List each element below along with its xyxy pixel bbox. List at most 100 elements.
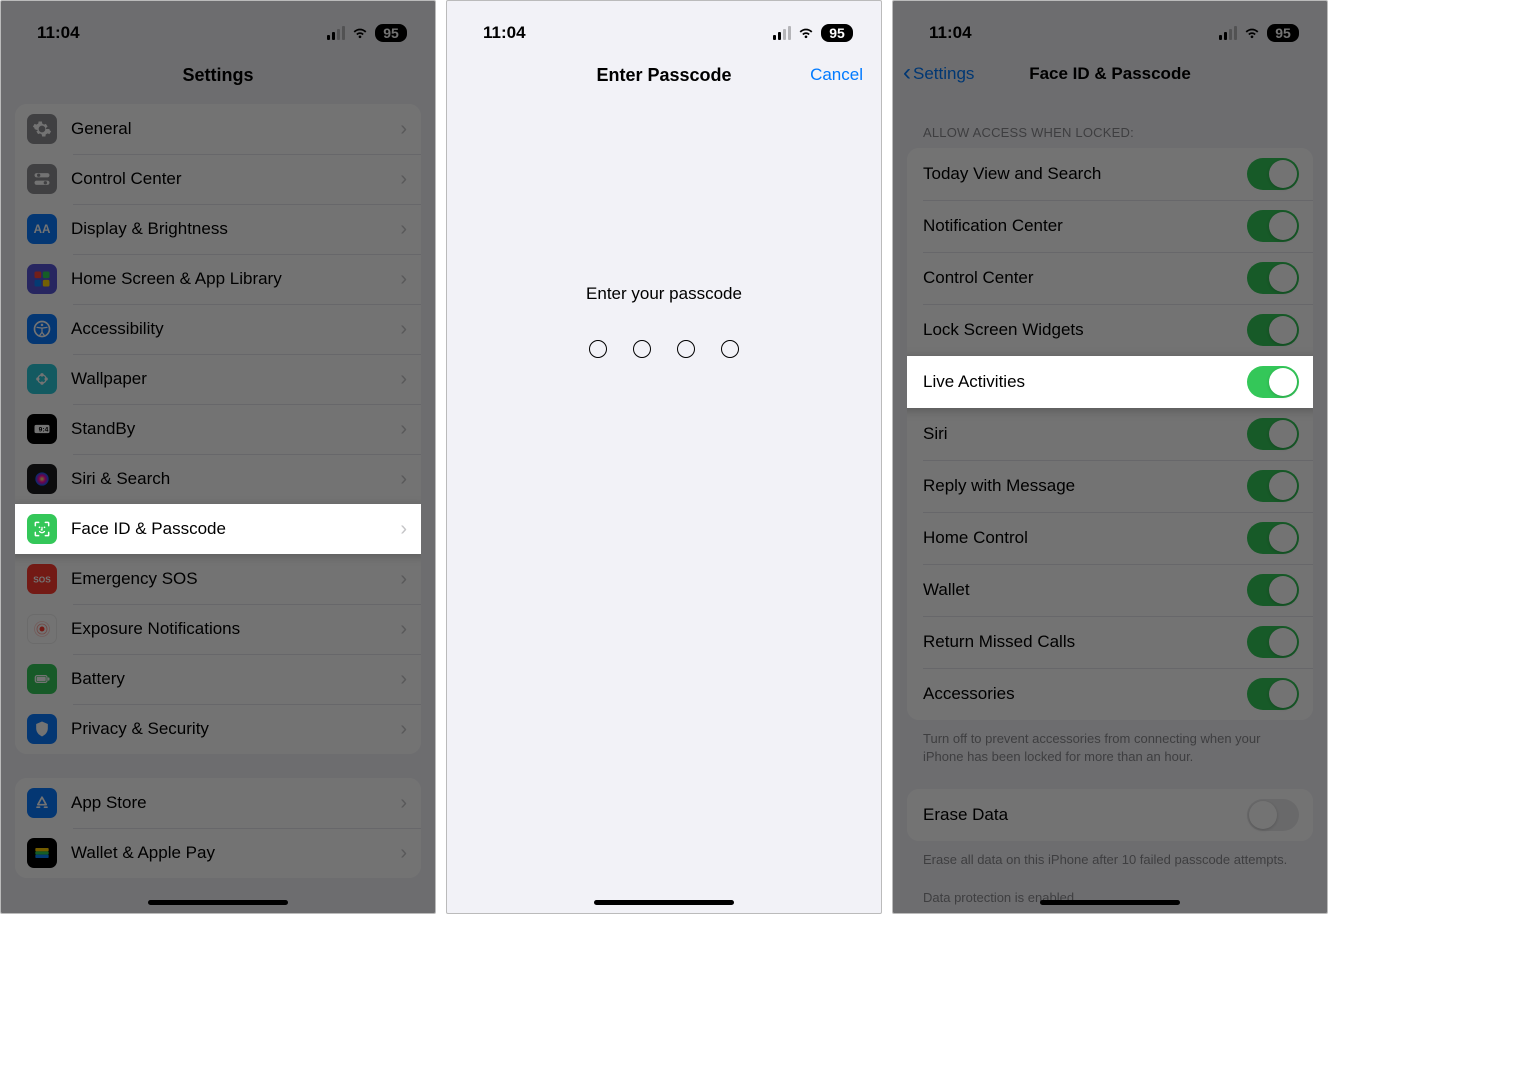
- erase-data-row[interactable]: Erase Data: [907, 789, 1313, 841]
- passcode-dot: [677, 340, 695, 358]
- toggle-switch-live-activities[interactable]: [1247, 366, 1299, 398]
- wifi-icon: [351, 26, 369, 40]
- toggle-row-control-center[interactable]: Control Center: [907, 252, 1313, 304]
- toggle-switch-accessories[interactable]: [1247, 678, 1299, 710]
- toggle-row-notification-center[interactable]: Notification Center: [907, 200, 1313, 252]
- toggle-switch-today-view-and-search[interactable]: [1247, 158, 1299, 190]
- toggle-label: Return Missed Calls: [923, 632, 1247, 652]
- settings-row-label: Battery: [71, 669, 400, 689]
- erase-data-toggle[interactable]: [1247, 799, 1299, 831]
- status-icons: 95: [773, 24, 853, 42]
- passcode-body: Enter your passcode: [447, 94, 881, 913]
- toggle-row-home-control[interactable]: Home Control: [907, 512, 1313, 564]
- chevron-right-icon: ›: [400, 568, 407, 591]
- toggle-row-reply-with-message[interactable]: Reply with Message: [907, 460, 1313, 512]
- settings-row-accessibility[interactable]: Accessibility ›: [15, 304, 421, 354]
- allow-access-group: Today View and Search Notification Cente…: [907, 148, 1313, 720]
- settings-row-display[interactable]: AA Display & Brightness ›: [15, 204, 421, 254]
- toggle-label: Live Activities: [923, 372, 1247, 392]
- toggle-label: Notification Center: [923, 216, 1247, 236]
- settings-row-label: Display & Brightness: [71, 219, 400, 239]
- settings-row-label: Privacy & Security: [71, 719, 400, 739]
- chevron-right-icon: ›: [400, 618, 407, 641]
- exposure-icon: [27, 614, 57, 644]
- cellular-icon: [327, 26, 345, 40]
- toggle-switch-notification-center[interactable]: [1247, 210, 1299, 242]
- wifi-icon: [797, 26, 815, 40]
- settings-row-exposure[interactable]: Exposure Notifications ›: [15, 604, 421, 654]
- toggle-row-wallet[interactable]: Wallet: [907, 564, 1313, 616]
- toggle-row-lock-screen-widgets[interactable]: Lock Screen Widgets: [907, 304, 1313, 356]
- navbar-title: Face ID & Passcode: [893, 64, 1327, 84]
- toggle-switch-control-center[interactable]: [1247, 262, 1299, 294]
- svg-text:9:4: 9:4: [39, 427, 49, 434]
- screenshot-passcode: 11:04 95 Enter Passcode Cancel Enter you…: [446, 0, 882, 914]
- toggle-switch-wallet[interactable]: [1247, 574, 1299, 606]
- battery-icon: 95: [375, 24, 407, 42]
- cellular-icon: [773, 26, 791, 40]
- home-indicator: [594, 900, 734, 905]
- chevron-right-icon: ›: [400, 168, 407, 191]
- passcode-dots[interactable]: [589, 340, 739, 358]
- home-indicator: [1040, 900, 1180, 905]
- toggle-row-return-missed-calls[interactable]: Return Missed Calls: [907, 616, 1313, 668]
- toggle-row-live-activities[interactable]: Live Activities: [907, 356, 1313, 408]
- settings-row-standby[interactable]: 9:4 StandBy ›: [15, 404, 421, 454]
- toggle-label: Today View and Search: [923, 164, 1247, 184]
- passcode-navbar: Enter Passcode Cancel: [447, 55, 881, 94]
- settings-row-label: General: [71, 119, 400, 139]
- settings-row-appstore[interactable]: App Store ›: [15, 778, 421, 828]
- settings-row-wallpaper[interactable]: Wallpaper ›: [15, 354, 421, 404]
- toggle-label: Home Control: [923, 528, 1247, 548]
- toggle-label: Wallet: [923, 580, 1247, 600]
- settings-row-label: Siri & Search: [71, 469, 400, 489]
- chevron-right-icon: ›: [400, 368, 407, 391]
- navbar-title: Settings: [1, 55, 435, 104]
- toggle-switch-return-missed-calls[interactable]: [1247, 626, 1299, 658]
- chevron-right-icon: ›: [400, 792, 407, 815]
- screenshot-settings: 11:04 95 Settings General › Control Cent…: [0, 0, 436, 914]
- erase-footer: Erase all data on this iPhone after 10 f…: [893, 841, 1327, 873]
- wallet-icon: [27, 838, 57, 868]
- toggle-label: Control Center: [923, 268, 1247, 288]
- erase-data-label: Erase Data: [923, 805, 1247, 825]
- screenshot-faceid: 11:04 95 ‹ Settings Face ID & Passcode A…: [892, 0, 1328, 914]
- settings-row-siri[interactable]: Siri & Search ›: [15, 454, 421, 504]
- settings-row-label: Emergency SOS: [71, 569, 400, 589]
- chevron-right-icon: ›: [400, 468, 407, 491]
- settings-row-control-center[interactable]: Control Center ›: [15, 154, 421, 204]
- erase-data-group: Erase Data: [907, 789, 1313, 841]
- status-time: 11:04: [37, 23, 80, 43]
- settings-row-label: Wallpaper: [71, 369, 400, 389]
- sos-icon: SOS: [27, 564, 57, 594]
- battery-icon: 95: [821, 24, 853, 42]
- toggle-label: Accessories: [923, 684, 1247, 704]
- settings-row-battery[interactable]: Battery ›: [15, 654, 421, 704]
- settings-row-sos[interactable]: SOS Emergency SOS ›: [15, 554, 421, 604]
- chevron-right-icon: ›: [400, 118, 407, 141]
- toggle-switch-lock-screen-widgets[interactable]: [1247, 314, 1299, 346]
- settings-row-label: Accessibility: [71, 319, 400, 339]
- cancel-button[interactable]: Cancel: [810, 65, 863, 85]
- settings-row-general[interactable]: General ›: [15, 104, 421, 154]
- home-screen-icon: [27, 264, 57, 294]
- toggle-row-today-view-and-search[interactable]: Today View and Search: [907, 148, 1313, 200]
- chevron-right-icon: ›: [400, 268, 407, 291]
- passcode-title: Enter Passcode: [596, 65, 731, 86]
- battery-icon: [27, 664, 57, 694]
- home-indicator: [148, 900, 288, 905]
- settings-row-home-screen[interactable]: Home Screen & App Library ›: [15, 254, 421, 304]
- faceid-icon: [27, 514, 57, 544]
- passcode-dot: [589, 340, 607, 358]
- toggle-row-accessories[interactable]: Accessories: [907, 668, 1313, 720]
- toggle-row-siri[interactable]: Siri: [907, 408, 1313, 460]
- settings-row-wallet[interactable]: Wallet & Apple Pay ›: [15, 828, 421, 878]
- wifi-icon: [1243, 26, 1261, 40]
- chevron-right-icon: ›: [400, 418, 407, 441]
- toggle-switch-reply-with-message[interactable]: [1247, 470, 1299, 502]
- toggle-switch-home-control[interactable]: [1247, 522, 1299, 554]
- toggle-switch-siri[interactable]: [1247, 418, 1299, 450]
- settings-row-privacy[interactable]: Privacy & Security ›: [15, 704, 421, 754]
- accessories-footer: Turn off to prevent accessories from con…: [893, 720, 1327, 769]
- settings-row-faceid[interactable]: Face ID & Passcode ›: [15, 504, 421, 554]
